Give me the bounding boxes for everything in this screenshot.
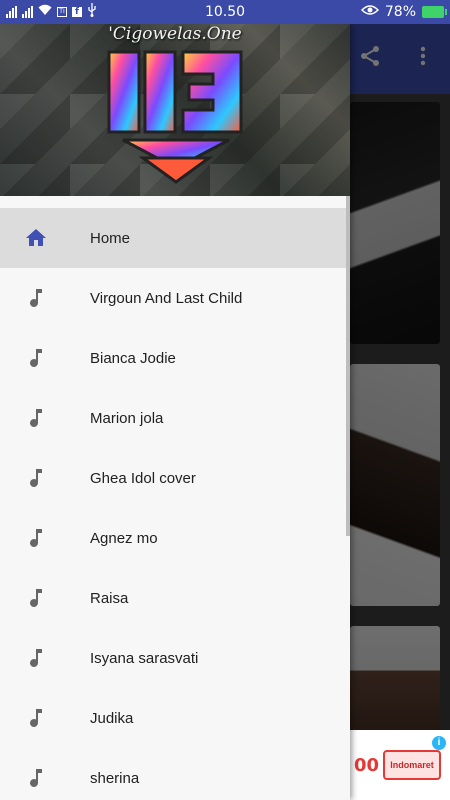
app-brand-title: 'Cigowelas.One [108, 24, 242, 44]
drawer-header: 'Cigowelas.One [0, 24, 350, 196]
menu-item-label: Isyana sarasvati [90, 649, 199, 667]
menu-item-judika[interactable]: Judika [0, 688, 350, 748]
notification-icon: TI [57, 7, 67, 17]
ad-brand-logo: Indomaret [383, 750, 442, 780]
drawer-scrollbar[interactable] [346, 196, 350, 536]
music-note-icon [24, 586, 48, 610]
battery-percent: 78% [384, 4, 416, 20]
status-left-icons: TI f [0, 3, 97, 21]
usb-icon [87, 3, 97, 21]
facebook-icon: f [72, 7, 82, 17]
menu-item-label: Bianca Jodie [90, 349, 176, 367]
menu-item-ghea-idol[interactable]: Ghea Idol cover [0, 448, 350, 508]
menu-item-agnez-mo[interactable]: Agnez mo [0, 508, 350, 568]
music-note-icon [24, 406, 48, 430]
ad-info-icon[interactable]: i [432, 736, 446, 750]
app-logo [107, 50, 243, 184]
menu-item-virgoun[interactable]: Virgoun And Last Child [0, 268, 350, 328]
music-note-icon [24, 526, 48, 550]
menu-item-bianca-jodie[interactable]: Bianca Jodie [0, 328, 350, 388]
status-right: 78% [360, 4, 447, 20]
eye-icon [360, 4, 379, 20]
music-note-icon [24, 286, 48, 310]
drawer-menu: Home Virgoun And Last Child Bianca Jodie… [0, 208, 350, 800]
menu-item-label: Raisa [90, 589, 129, 607]
menu-item-home[interactable]: Home [0, 208, 350, 268]
signal-icon-2 [22, 6, 33, 18]
menu-item-label: sherina [90, 769, 140, 787]
ad-text: 00 [354, 754, 380, 776]
wifi-icon [38, 4, 52, 20]
menu-item-label: Home [90, 229, 131, 247]
ad-banner[interactable]: 00 Indomaret i [350, 730, 450, 800]
music-note-icon [24, 766, 48, 790]
music-note-icon [24, 466, 48, 490]
menu-item-label: Virgoun And Last Child [90, 289, 243, 307]
navigation-drawer: 'Cigowelas.One Home Virgoun And Last Chi… [0, 24, 350, 800]
signal-icon [6, 6, 17, 18]
menu-item-label: Marion jola [90, 409, 164, 427]
menu-item-label: Judika [90, 709, 134, 727]
music-note-icon [24, 346, 48, 370]
menu-item-sherina[interactable]: sherina [0, 748, 350, 800]
status-bar: TI f 10.50 78% [0, 0, 450, 24]
battery-icon [422, 6, 447, 18]
menu-item-label: Agnez mo [90, 529, 158, 547]
music-note-icon [24, 646, 48, 670]
menu-item-marion-jola[interactable]: Marion jola [0, 388, 350, 448]
menu-item-label: Ghea Idol cover [90, 469, 196, 487]
menu-item-isyana[interactable]: Isyana sarasvati [0, 628, 350, 688]
music-note-icon [24, 706, 48, 730]
menu-item-raisa[interactable]: Raisa [0, 568, 350, 628]
home-icon [24, 226, 48, 250]
